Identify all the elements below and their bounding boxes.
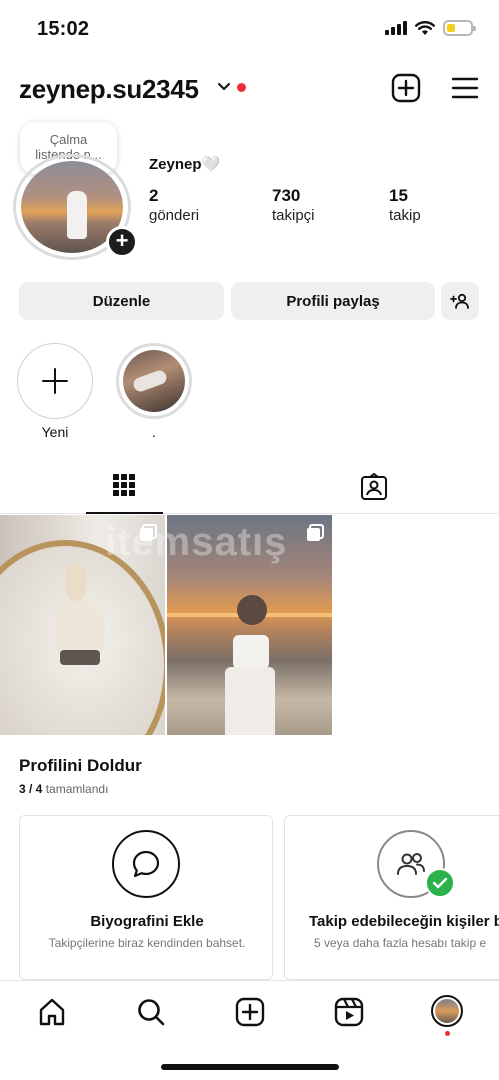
new-post-icon[interactable] [391,73,421,103]
notification-dot [237,83,246,92]
add-story-icon[interactable]: + [106,226,138,258]
profile-avatar-tab[interactable] [431,995,463,1027]
status-bar: 15:02 [0,0,499,60]
active-tab-indicator [86,512,163,514]
stat-followers-label: takipçi [272,207,315,224]
progress-text: tamamlandı [45,782,109,796]
share-profile-button[interactable]: Profili paylaş [231,282,435,320]
highlight-cover [123,350,185,412]
menu-icon[interactable] [451,76,479,100]
search-icon[interactable] [136,997,166,1027]
status-icons [385,20,476,36]
highlight-item[interactable] [116,343,192,419]
heart-emoji: 🤍 [201,156,221,173]
card-title: Takip edebileceğin kişiler b [309,913,499,930]
edit-profile-button[interactable]: Düzenle [19,282,224,320]
status-time: 15:02 [37,18,90,40]
stat-followers[interactable]: 730 takipçi [272,186,315,226]
profile-avatar[interactable]: + [13,150,138,260]
username[interactable]: zeynep.su2345 [19,74,199,105]
highlight-label-new: Yeni [41,424,69,440]
check-badge-icon [425,868,455,898]
plus-icon [42,368,68,394]
follow-people-card[interactable]: Takip edebileceğin kişiler b 5 veya daha… [284,815,499,980]
nav-avatar-image [435,999,459,1023]
stat-following[interactable]: 15 takip [389,186,421,226]
display-name-text: Zeynep [149,156,202,173]
reels-icon[interactable] [334,997,364,1027]
new-highlight-button[interactable] [17,343,93,419]
profile-tabs [0,462,499,514]
carousel-icon [307,524,324,541]
progress-count: 3 / 4 [19,782,43,796]
stat-posts-value: 2 [149,186,159,205]
card-description: 5 veya daha fazla hesabı takip e [314,936,487,950]
add-person-icon [450,293,469,309]
discover-people-button[interactable] [441,282,479,320]
home-indicator[interactable] [161,1064,339,1070]
stat-posts-label: gönderi [149,207,200,224]
notification-dot [445,1031,450,1036]
tagged-icon[interactable] [360,473,388,501]
post-thumbnail[interactable] [167,515,332,735]
grid-icon[interactable] [113,474,135,496]
stat-followers-value: 730 [272,186,301,205]
chat-bubble-icon [112,830,180,898]
create-icon[interactable] [235,997,265,1027]
display-name: Zeynep🤍 [149,155,220,173]
post-thumbnail[interactable] [0,515,165,735]
cellular-signal-icon [385,21,407,35]
card-title: Biyografini Ekle [90,913,204,930]
add-bio-card[interactable]: Biyografini Ekle Takipçilerine biraz ken… [19,815,273,980]
stat-posts[interactable]: 2 gönderi [149,186,199,226]
highlight-label: . [152,424,156,440]
stat-following-value: 15 [389,186,408,205]
home-icon[interactable] [37,997,67,1027]
complete-profile-progress: 3 / 4 tamamlandı [19,782,108,796]
complete-profile-title: Profilini Doldur [19,756,142,775]
carousel-icon [140,524,157,541]
card-description: Takipçilerine biraz kendinden bahset. [48,936,246,950]
chevron-down-icon[interactable] [217,82,231,92]
wifi-icon [415,20,435,35]
profile-header: zeynep.su2345 [0,70,499,110]
stat-following-label: takip [389,207,421,224]
battery-icon [443,20,476,36]
